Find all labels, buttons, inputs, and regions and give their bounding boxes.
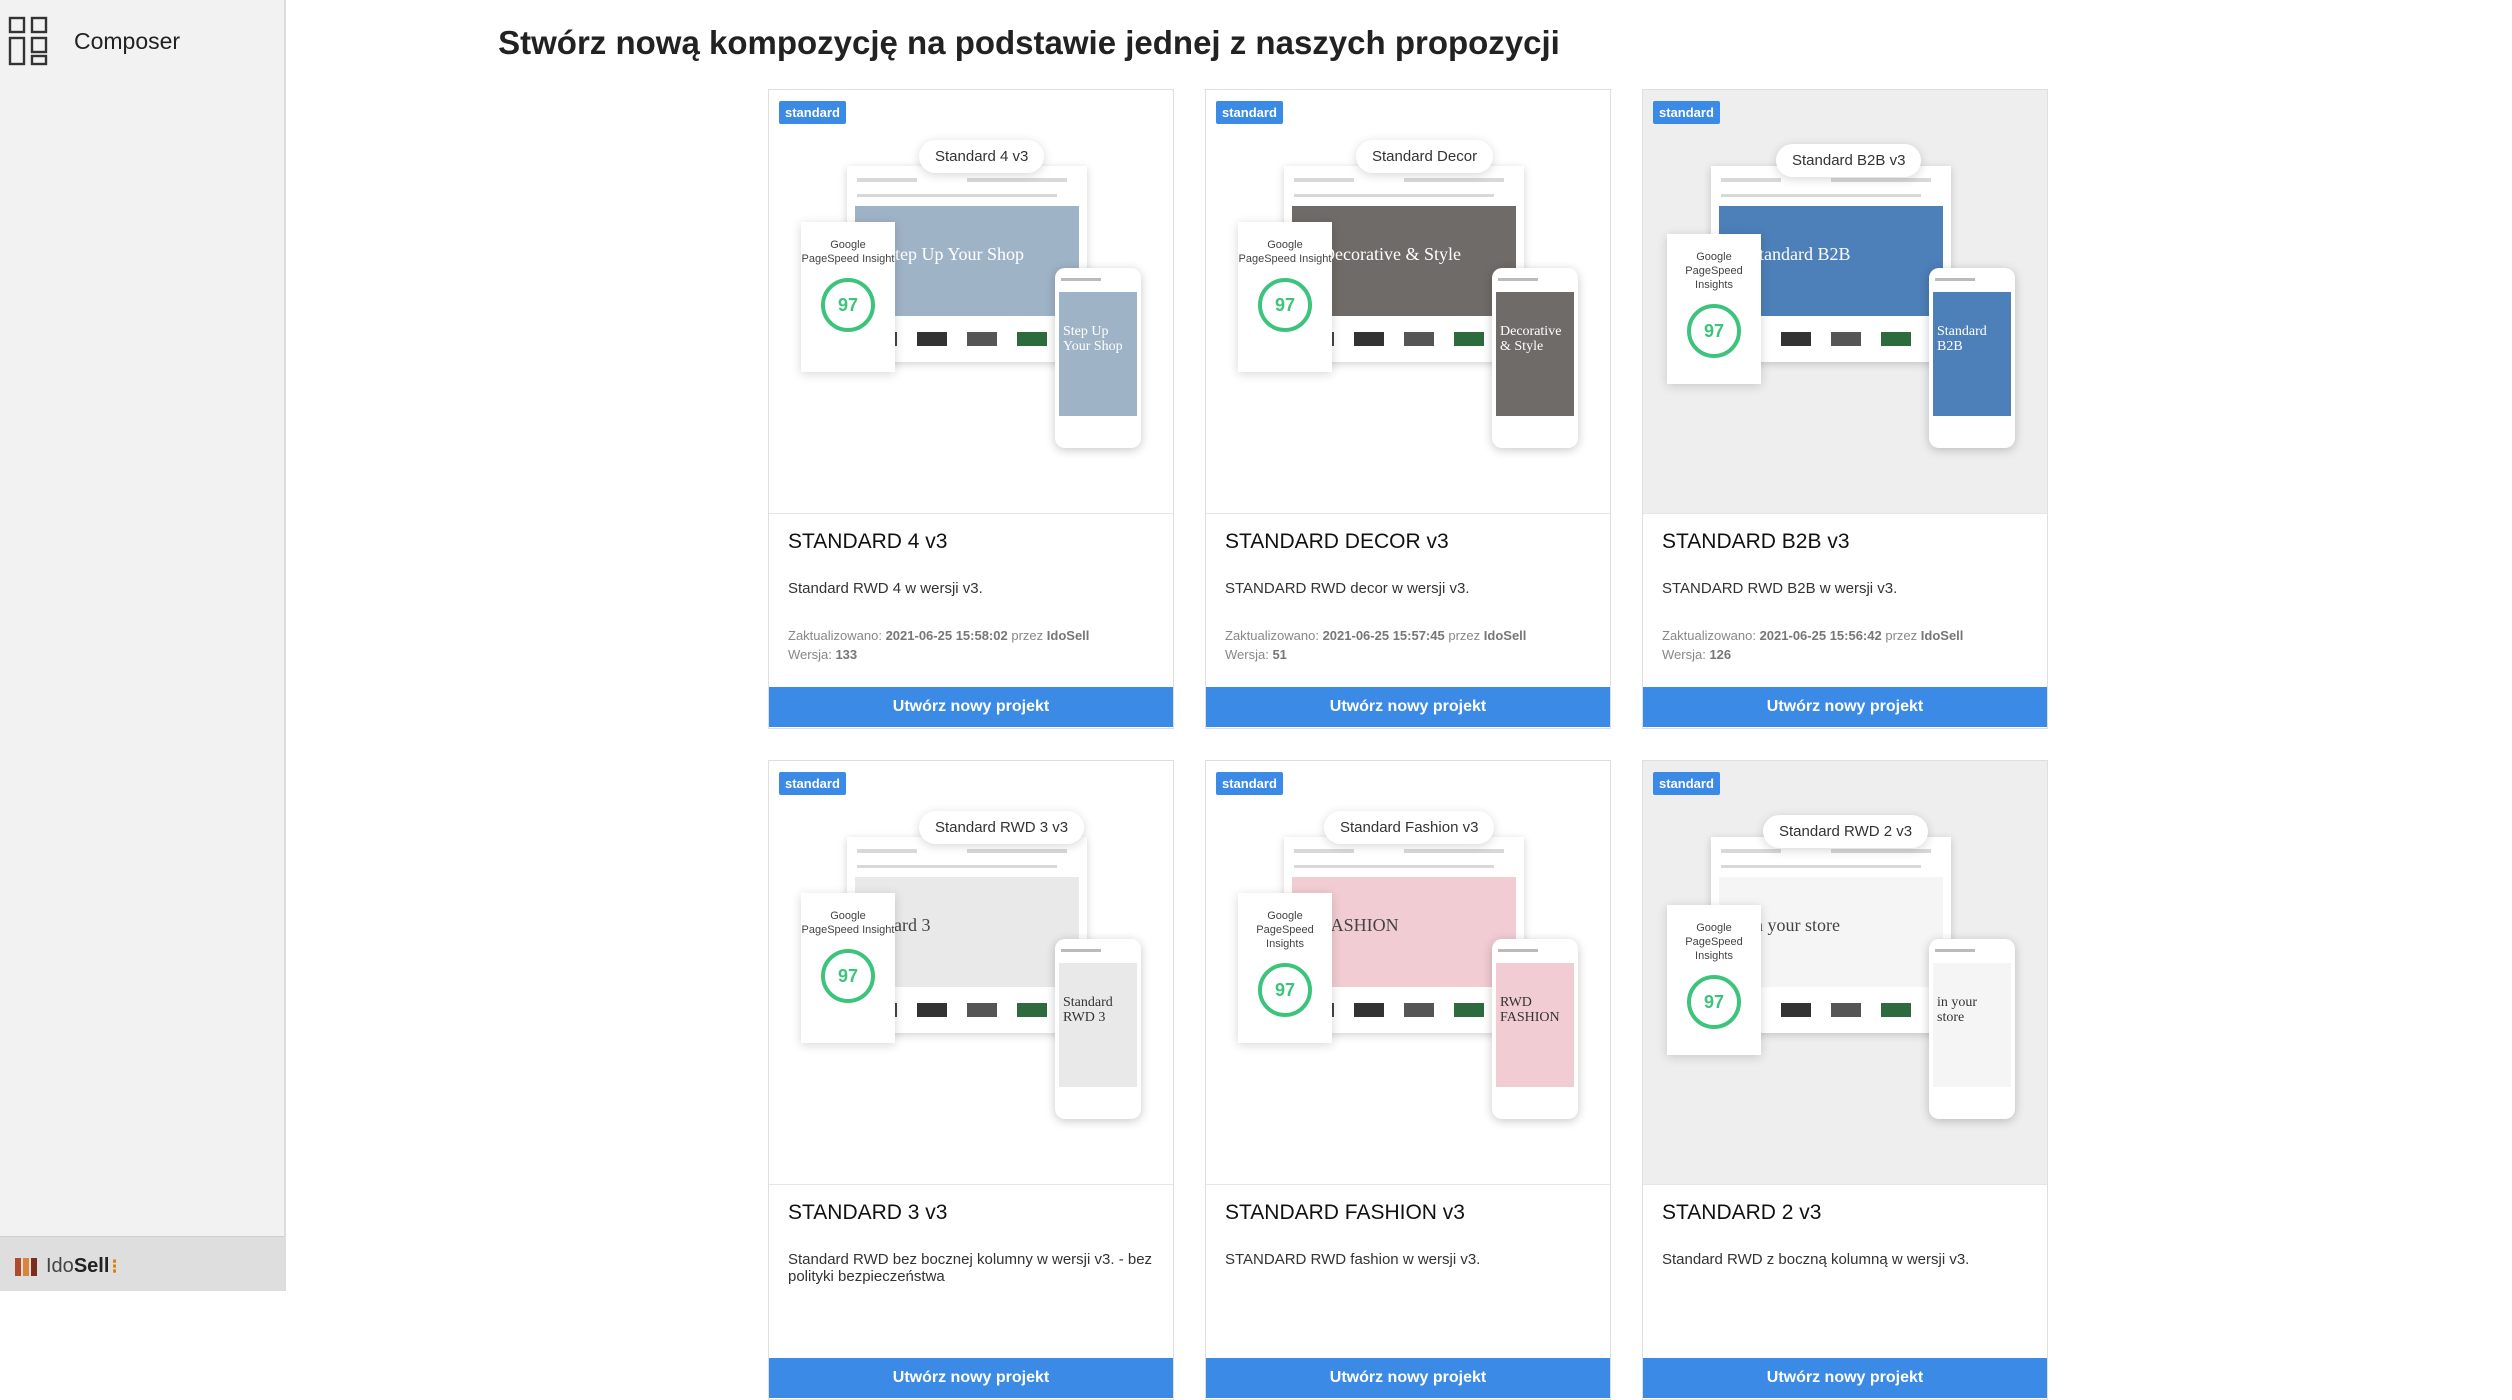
mobile-mockup: Decorative & Style — [1492, 268, 1578, 448]
template-card: dard 3 Standard RWD 3 v3 Google PageSpee… — [768, 760, 1174, 1400]
template-badge: standard — [779, 101, 846, 124]
mobile-mockup: in your store — [1929, 939, 2015, 1119]
create-project-button[interactable]: Utwórz nowy projekt — [1206, 687, 1610, 727]
template-badge: standard — [1653, 772, 1720, 795]
template-title: STANDARD 3 v3 — [788, 1201, 948, 1224]
app-name: Composer — [74, 27, 181, 54]
pagespeed-card: Google PageSpeed Insight 97 — [801, 893, 895, 1043]
hero-text: in your store — [1749, 915, 1840, 935]
template-meta: Zaktualizowano: 2021-06-25 15:58:02 prze… — [788, 628, 1090, 662]
template-description: STANDARD RWD B2B w wersji v3. — [1662, 580, 1898, 597]
idosell-logo[interactable]: Ido Sell ⁝ — [14, 1254, 118, 1279]
phone-hero-text: RWD FASHION — [1500, 995, 1560, 1025]
template-badge: standard — [1216, 772, 1283, 795]
mobile-mockup: Standard RWD 3 — [1055, 939, 1141, 1119]
template-badge: standard — [1653, 101, 1720, 124]
pagespeed-card: Google PageSpeed Insights 97 — [1238, 893, 1332, 1043]
layout-blocks-icon — [8, 16, 48, 66]
hero-text: Decorative & Style — [1322, 244, 1461, 264]
pagespeed-card: Google PageSpeed Insights 97 — [1667, 234, 1761, 384]
template-title: STANDARD FASHION v3 — [1225, 1201, 1465, 1224]
template-card: Standard B2B Standard B2B v3 Google Page… — [1642, 89, 2048, 729]
pagespeed-score: 97 — [1687, 304, 1741, 358]
template-description: Standard RWD bez bocznej kolumny w wersj… — [788, 1251, 1153, 1285]
template-description: STANDARD RWD decor w wersji v3. — [1225, 580, 1470, 597]
template-description: Standard RWD z boczną kolumną w wersji v… — [1662, 1251, 1970, 1268]
preview-pill: Standard Decor — [1356, 140, 1494, 173]
preview-pill: Standard Fashion v3 — [1324, 811, 1495, 844]
template-badge: standard — [779, 772, 846, 795]
template-card: Decorative & Style Standard Decor Google… — [1205, 89, 1611, 729]
pagespeed-score: 97 — [1258, 278, 1312, 332]
template-preview[interactable]: in your store Standard RWD 2 v3 Google P… — [1643, 761, 2047, 1185]
template-card: Step Up Your Shop Standard 4 v3 Google P… — [768, 89, 1174, 729]
pagespeed-card: Google PageSpeed Insight 97 — [1238, 222, 1332, 372]
phone-hero-text: Decorative & Style — [1500, 324, 1562, 354]
idosell-mark-icon — [15, 1257, 37, 1276]
hero-text: FASHION — [1322, 915, 1399, 935]
sidebar-footer: Ido Sell ⁝ — [0, 1236, 284, 1291]
phone-hero-text: in your store — [1937, 995, 1978, 1025]
template-description: Standard RWD 4 w wersji v3. — [788, 580, 983, 597]
template-description: STANDARD RWD fashion w wersji v3. — [1225, 1251, 1481, 1268]
create-project-button[interactable]: Utwórz nowy projekt — [1206, 1358, 1610, 1398]
pagespeed-score: 97 — [1687, 975, 1741, 1029]
mobile-mockup: Standard B2B — [1929, 268, 2015, 448]
phone-hero-text: Step Up Your Shop — [1063, 324, 1123, 354]
page-title: Stwórz nową kompozycję na podstawie jedn… — [498, 24, 1560, 61]
preview-pill: Standard 4 v3 — [919, 140, 1045, 173]
template-preview[interactable]: Step Up Your Shop Standard 4 v3 Google P… — [769, 90, 1173, 514]
template-grid: Step Up Your Shop Standard 4 v3 Google P… — [768, 89, 2048, 1400]
pagespeed-score: 97 — [821, 278, 875, 332]
preview-pill: Standard RWD 3 v3 — [919, 811, 1085, 844]
pagespeed-card: Google PageSpeed Insight 97 — [801, 222, 895, 372]
pagespeed-card: Google PageSpeed Insights 97 — [1667, 905, 1761, 1055]
composer-nav-item[interactable]: Composer — [8, 16, 180, 66]
preview-pill: Standard B2B v3 — [1776, 144, 1922, 177]
template-preview[interactable]: dard 3 Standard RWD 3 v3 Google PageSpee… — [769, 761, 1173, 1185]
phone-hero-text: Standard B2B — [1937, 324, 1987, 354]
template-preview[interactable]: Decorative & Style Standard Decor Google… — [1206, 90, 1610, 514]
sidebar: Composer Ido Sell ⁝ — [0, 0, 286, 1291]
create-project-button[interactable]: Utwórz nowy projekt — [769, 687, 1173, 727]
pagespeed-score: 97 — [1258, 963, 1312, 1017]
hero-text: Step Up Your Shop — [885, 244, 1025, 264]
template-title: STANDARD 2 v3 — [1662, 1201, 1822, 1224]
template-title: STANDARD 4 v3 — [788, 530, 948, 553]
template-meta: Zaktualizowano: 2021-06-25 15:57:45 prze… — [1225, 628, 1527, 662]
pagespeed-score: 97 — [821, 949, 875, 1003]
hero-text: Standard B2B — [1749, 244, 1851, 264]
template-card: FASHION Standard Fashion v3 Google PageS… — [1205, 760, 1611, 1400]
mobile-mockup: Step Up Your Shop — [1055, 268, 1141, 448]
create-project-button[interactable]: Utwórz nowy projekt — [769, 1358, 1173, 1398]
create-project-button[interactable]: Utwórz nowy projekt — [1643, 687, 2047, 727]
template-title: STANDARD DECOR v3 — [1225, 530, 1449, 553]
phone-hero-text: Standard RWD 3 — [1063, 995, 1113, 1025]
template-badge: standard — [1216, 101, 1283, 124]
template-title: STANDARD B2B v3 — [1662, 530, 1850, 553]
template-meta: Zaktualizowano: 2021-06-25 15:56:42 prze… — [1662, 628, 1964, 662]
template-preview[interactable]: FASHION Standard Fashion v3 Google PageS… — [1206, 761, 1610, 1185]
preview-pill: Standard RWD 2 v3 — [1763, 815, 1929, 848]
template-card: in your store Standard RWD 2 v3 Google P… — [1642, 760, 2048, 1400]
template-preview[interactable]: Standard B2B Standard B2B v3 Google Page… — [1643, 90, 2047, 514]
mobile-mockup: RWD FASHION — [1492, 939, 1578, 1119]
create-project-button[interactable]: Utwórz nowy projekt — [1643, 1358, 2047, 1398]
